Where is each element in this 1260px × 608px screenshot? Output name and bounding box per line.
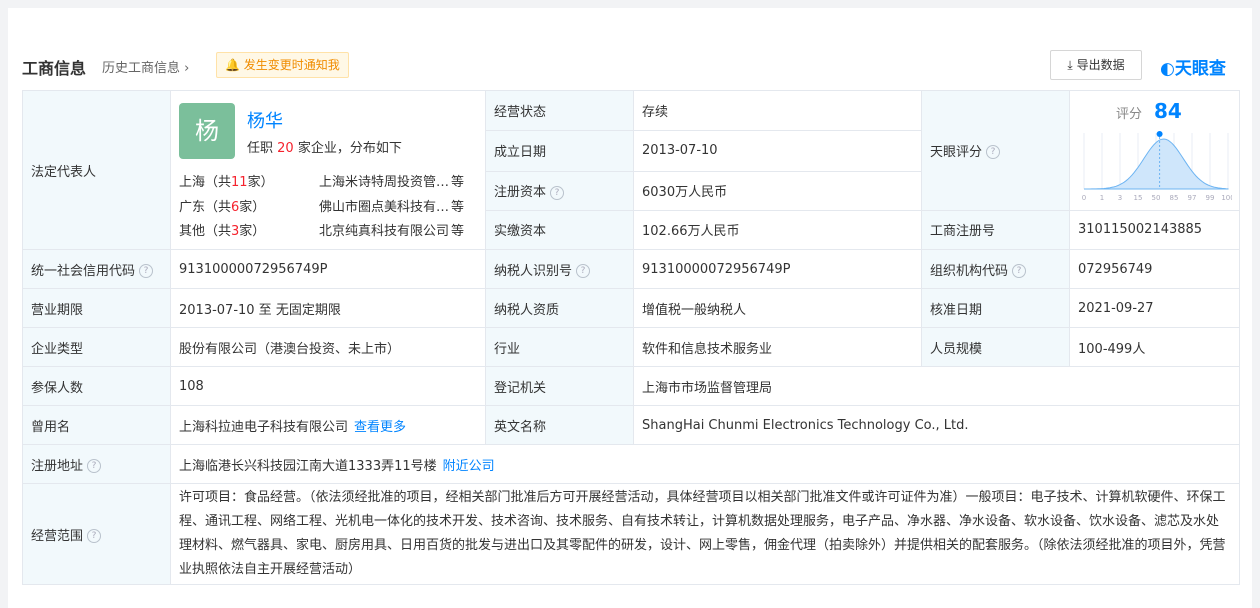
staff-value: 100-499人 [1069,327,1240,367]
region-row[interactable]: 上海（共11家） 上海米诗特周投资管… 等 [179,171,464,190]
x-tick-label: 97 [1188,194,1197,202]
taxqual-value: 增值税一般纳税人 [633,288,922,328]
help-icon: ? [1012,264,1027,278]
term-label: 营业期限 [22,288,171,328]
status-value: 存续 [633,89,922,132]
former-label: 曾用名 [22,405,171,445]
x-tick-label: 0 [1082,194,1086,202]
x-tick-label: 100 [1221,194,1232,202]
help-icon: ? [986,145,1001,160]
address-value: 上海临港长兴科技园江南大道1333弄11号楼 附近公司 [170,444,1240,484]
nearby-companies-link[interactable]: 附近公司 [443,459,495,474]
paid-label: 实缴资本 [485,209,634,251]
help-icon: ? [87,459,102,473]
english-value: ShangHai Chunmi Electronics Technology C… [633,405,1240,445]
x-tick-label: 50 [1152,194,1161,202]
former-more-link[interactable]: 查看更多 [354,420,406,435]
authority-value: 上海市市场监督管理局 [633,366,1240,406]
former-value: 上海科拉迪电子科技有限公司 查看更多 [170,405,486,445]
legal-rep-cell: 杨 杨华 任职 20 家企业，分布如下 上海（共11家） 上海米诗特周投资管… 等 … [170,90,486,250]
regno-label: 工商注册号 [921,209,1070,251]
logo-icon: ◐ [1160,59,1175,79]
regno-value: 310115002143885 [1069,209,1240,251]
founded-label: 成立日期 [485,130,634,172]
notify-button[interactable]: 🔔 发生变更时通知我 [216,52,349,78]
org-label: 组织机构代码? [921,249,1070,289]
industry-label: 行业 [485,327,634,367]
insured-value: 108 [170,366,486,406]
distribution-area [1084,138,1229,190]
score-cell[interactable]: 评分 84 0 1 3 15 50 85 97 99 100 [1069,90,1240,211]
capital-label: 注册资本? [485,170,634,211]
credit-value: 91310000072956749P [170,249,486,289]
capital-value: 6030万人民币 [633,170,922,211]
x-tick-label: 99 [1206,194,1215,202]
section-header: 工商信息 历史工商信息 › 🔔 发生变更时通知我 ⤓ 导出数据 ◐天眼查 [22,50,1238,80]
history-link[interactable]: 历史工商信息 › [102,57,189,76]
legal-rep-desc: 任职 20 家企业，分布如下 [247,141,402,156]
download-icon: ⤓ [1067,58,1073,72]
score-value: 84 [1154,99,1182,123]
paid-value: 102.66万人民币 [633,209,922,251]
address-label: 注册地址? [22,444,171,484]
industry-value: 软件和信息技术服务业 [633,327,922,367]
taxid-value: 91310000072956749P [633,249,922,289]
x-tick-label: 15 [1134,194,1143,202]
x-tick-label: 3 [1118,194,1122,202]
scope-value: 许可项目：食品经营。（依法须经批准的项目，经相关部门批准后方可开展经营活动，具体… [170,483,1240,585]
legal-rep-label: 法定代表人 [22,90,171,250]
founded-value: 2013-07-10 [633,130,922,172]
score-label: 天眼评分? [921,90,1070,211]
staff-label: 人员规模 [921,327,1070,367]
export-button[interactable]: ⤓ 导出数据 [1050,50,1142,80]
approve-label: 核准日期 [921,288,1070,328]
score-distribution-chart: 0 1 3 15 50 85 97 99 100 [1082,131,1232,202]
insured-label: 参保人数 [22,366,171,406]
scope-label: 经营范围? [22,483,171,585]
x-tick-label: 85 [1170,194,1179,202]
legal-rep-name[interactable]: 杨华 [247,107,283,133]
help-icon: ? [87,529,102,543]
approve-value: 2021-09-27 [1069,288,1240,328]
x-tick-label: 1 [1100,194,1104,202]
taxqual-label: 纳税人资质 [485,288,634,328]
term-value: 2013-07-10 至 无固定期限 [170,288,486,328]
org-value: 072956749 [1069,249,1240,289]
authority-label: 登记机关 [485,366,634,406]
type-label: 企业类型 [22,327,171,367]
score-title: 评分 [1116,107,1143,122]
status-label: 经营状态 [485,89,634,132]
help-icon: ? [139,264,154,278]
bell-icon: 🔔 [225,58,240,72]
type-value: 股份有限公司（港澳台投资、未上市） [170,327,486,367]
tianyancha-logo: ◐天眼查 [1160,59,1226,79]
chevron-right-icon: › [184,61,190,76]
help-icon: ? [550,185,565,200]
business-info-table: 法定代表人 杨 杨华 任职 20 家企业，分布如下 上海（共11家） 上海米诗特周… [22,89,1240,585]
english-label: 英文名称 [485,405,634,445]
avatar: 杨 [179,103,235,159]
credit-label: 统一社会信用代码? [22,249,171,289]
score-marker [1156,131,1163,137]
region-row[interactable]: 其他（共3家） 北京纯真科技有限公司等 [179,220,464,239]
help-icon: ? [576,264,591,278]
region-row[interactable]: 广东（共6家） 佛山市圈点美科技有… 等 [179,196,464,215]
section-title: 工商信息 [22,59,87,78]
taxid-label: 纳税人识别号? [485,249,634,289]
